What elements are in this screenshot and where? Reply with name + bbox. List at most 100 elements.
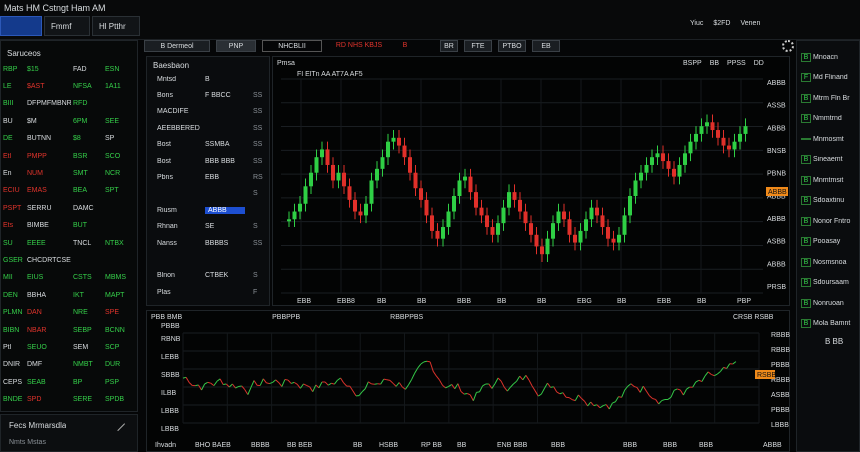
order-row[interactable]: Mntsd B (149, 73, 269, 85)
watchlist-row[interactable]: GSER CHCDRTCSETS (3, 254, 137, 266)
toolbar-button[interactable]: PTBO (498, 40, 526, 52)
right-panel-item[interactable]: B Mola Bamnt (797, 318, 860, 330)
right-panel-item[interactable]: B Mnmtmsit (797, 174, 860, 186)
order-row-icon[interactable]: S (253, 272, 267, 279)
right-panel-item[interactable]: B Nonor Fntro (797, 215, 860, 227)
right-panel-item[interactable]: B Nosmsnoa (797, 256, 860, 268)
watchlist-row[interactable]: LE $AST NFSA 1A11 (3, 80, 137, 92)
watchlist-cell: NTBX (105, 239, 124, 247)
watchlist-row[interactable]: En NUM SMT NCR (3, 167, 137, 179)
edit-icon[interactable] (110, 416, 126, 432)
order-row[interactable]: Pbns EBB RS (149, 171, 269, 183)
watchlist-row[interactable]: Ets BIMBE BUT (3, 220, 137, 232)
watchlist-cell: $AST (27, 82, 45, 90)
order-row-icon[interactable]: S (253, 223, 267, 230)
order-row[interactable]: Plas F (149, 286, 269, 298)
watchlist-row[interactable]: DEN BBHA IKT MAPT (3, 289, 137, 301)
top-right-item[interactable]: Yiuc (690, 20, 703, 34)
right-panel-item[interactable]: B Mnoacn (797, 51, 860, 63)
watchlist-row[interactable]: MII EIUS CSTS MBMS (3, 272, 137, 284)
right-panel-item[interactable]: B Nmmtrnd (797, 113, 860, 125)
candlestick-chart[interactable]: ABBB ASSB ABBB BNSB PBNB ABBB ABBB ASBB ABBB PRSB… (273, 57, 791, 307)
status-item: BB (457, 442, 467, 449)
order-row[interactable] (149, 253, 269, 265)
order-row[interactable]: Blnon CTBEK S (149, 270, 269, 282)
toolbar-button[interactable]: EB (532, 40, 560, 52)
watchlist-row[interactable]: BNDE SPD SERE SPDB (3, 394, 137, 406)
order-row-icon[interactable]: RS (253, 174, 267, 181)
order-row[interactable]: Bons F BBCC SS (149, 89, 269, 101)
right-panel-item[interactable]: B Sdoursaam (797, 277, 860, 289)
candle-body (303, 186, 308, 204)
line-chart[interactable]: RBNBLEBBSBBBILBBLBBBLBBBRBBBRBBBPBBBRBBB… (147, 311, 791, 452)
watchlist-row[interactable]: ECIU EMAS BEA SPT (3, 185, 137, 197)
order-row-icon[interactable]: S (253, 190, 267, 197)
order-row[interactable]: AEEBBERED SS (149, 122, 269, 134)
watchlist-row[interactable]: BIII DFPMFMBNR RFD (3, 98, 137, 110)
order-row-icon[interactable]: F (253, 289, 267, 296)
toolbar-label: EB (541, 43, 551, 50)
watchlist-row[interactable]: DE BUTNN $8 SP (3, 133, 137, 145)
order-row-icon[interactable]: SS (253, 240, 267, 247)
order-row[interactable]: S (149, 188, 269, 200)
watchlist-row[interactable]: Etl PMPP BSR SCO (3, 150, 137, 162)
toolbar-button[interactable]: B Dermeol (144, 40, 210, 52)
watchlist-cell: CEPS (3, 378, 23, 386)
right-panel-item[interactable]: B Sineaemt (797, 154, 860, 166)
right-panel-item[interactable]: B Mtrm Fln Br (797, 92, 860, 104)
watchlist-cell: GSER (3, 256, 23, 264)
watchlist-cell: BCNN (105, 326, 125, 334)
watchlist-row[interactable]: SU EEEE TNCL NTBX (3, 237, 137, 249)
watchlist-row[interactable]: BIBN NBAR SEBP BCNN (3, 324, 137, 336)
status-item: BBBB (251, 442, 270, 449)
item-label: Pooasay (813, 238, 841, 245)
order-row-icon[interactable]: SS (253, 108, 267, 115)
top-right-item[interactable]: Venen (740, 20, 760, 34)
window-tab-3[interactable]: Hl Ptthr (92, 16, 140, 36)
watchlist-row[interactable]: BU $M 6PM SEE (3, 115, 137, 127)
order-row-icon[interactable]: SS (253, 141, 267, 148)
toolbar-button[interactable]: PNP (216, 40, 256, 52)
toolbar-button[interactable]: NHCBLII (262, 40, 322, 52)
order-row[interactable]: Bost SSMBA SS (149, 139, 269, 151)
right-panel-item[interactable]: B Pooasay (797, 236, 860, 248)
watchlist-row[interactable]: PLMN DAN NRE SPE (3, 307, 137, 319)
watchlist-row[interactable]: DNIR DMF NMBT DUR (3, 359, 137, 371)
candle-body (688, 141, 693, 154)
order-row-label: MACDIFE (157, 108, 189, 116)
watchlist-row[interactable]: Ptl SEUO SEM SCP (3, 341, 137, 353)
line-segment (655, 399, 660, 405)
toolbar-button[interactable]: BR (440, 40, 458, 52)
item-label: Mnmtmsit (813, 176, 844, 184)
watchlist-cell: BP (73, 378, 83, 386)
order-row[interactable]: MACDIFE SS (149, 106, 269, 118)
watchlist-row[interactable]: PSPT SERRU DAMC (3, 202, 137, 214)
right-panel-item[interactable]: B Sdoaxtinu (797, 195, 860, 207)
order-row-icon[interactable]: SS (253, 92, 267, 99)
watchlist-row[interactable]: RBP $15 FAD ESN (3, 63, 137, 75)
order-row-icon[interactable]: SS (253, 158, 267, 165)
line-segment (207, 381, 211, 384)
candle-body (644, 164, 649, 173)
order-row-icon[interactable]: SS (253, 125, 267, 132)
candle-body (331, 164, 335, 181)
candle-body (474, 192, 478, 208)
window-tab-2[interactable]: Fmmf (44, 16, 90, 36)
toolbar-button[interactable]: FTE (464, 40, 492, 52)
order-row[interactable]: Nanss BBBBS SS (149, 237, 269, 249)
order-rows: Mntsd B Bons F BBCC SS MACDIFE SS AEEBBERED SS Bo… (149, 73, 269, 305)
watchlist-row[interactable]: CEPS SEAB BP PSP (3, 376, 137, 388)
window-tab-1[interactable] (0, 16, 42, 36)
sub-right-tick-label: PBBB (771, 362, 790, 369)
toolbar-button[interactable]: B (396, 40, 414, 52)
right-panel-item[interactable]: Mnmosmt (797, 133, 860, 145)
toolbar-button[interactable]: RD NHS KBJS (328, 40, 390, 52)
right-panel-item[interactable]: F Md Flinand (797, 72, 860, 84)
order-row[interactable]: Rhnan SE S (149, 221, 269, 233)
gear-icon[interactable] (782, 40, 794, 52)
candle-body (650, 157, 654, 165)
order-row[interactable]: Riusm ABBB (149, 204, 269, 216)
right-panel-item[interactable]: B Nonruoan (797, 297, 860, 309)
order-row[interactable]: Bost BBB BBB SS (149, 155, 269, 167)
top-right-item[interactable]: $2FD (713, 20, 730, 34)
